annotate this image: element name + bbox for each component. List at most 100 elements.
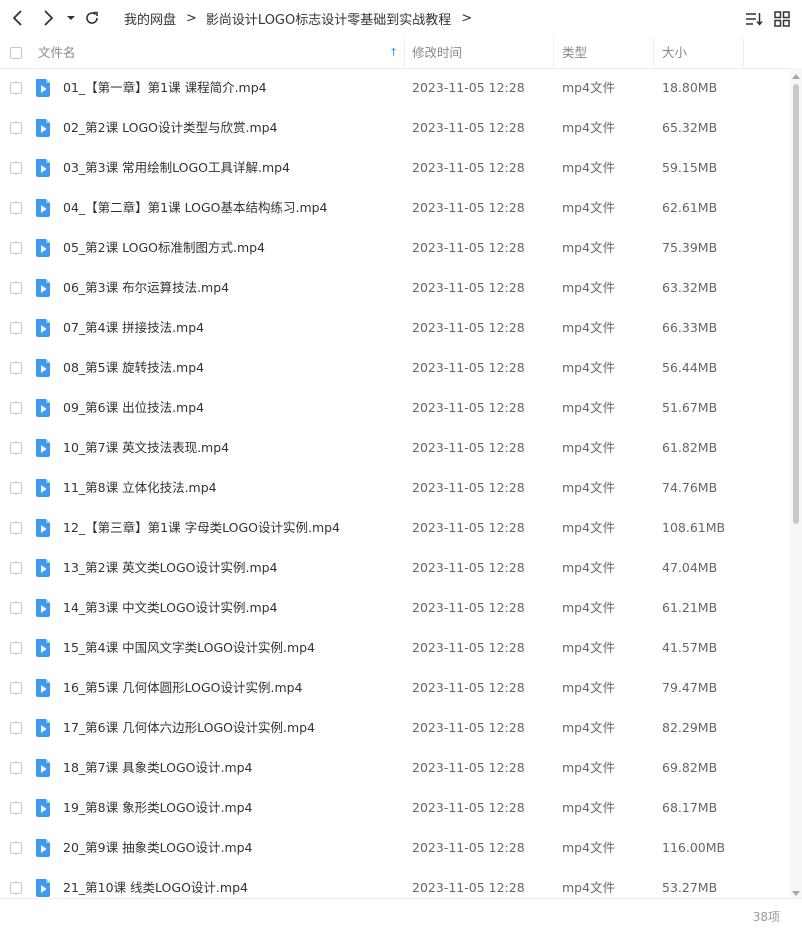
file-modified-time: 2023-11-05 12:28 (412, 600, 525, 615)
row-checkbox[interactable] (10, 362, 22, 374)
video-file-icon (36, 679, 50, 697)
file-name: 17_第6课 几何体六边形LOGO设计实例.mp4 (63, 720, 316, 735)
file-size: 62.61MB (662, 200, 718, 215)
video-file-icon (36, 159, 50, 177)
sort-icon[interactable] (742, 7, 766, 31)
video-file-icon (36, 519, 50, 537)
column-header-time[interactable]: 修改时间 (412, 38, 462, 68)
file-type: mp4文件 (562, 320, 616, 335)
row-checkbox[interactable] (10, 322, 22, 334)
video-file-icon (36, 119, 50, 137)
file-row[interactable]: 06_第3课 布尔运算技法.mp4 2023-11-05 12:28 mp4文件… (0, 268, 790, 308)
file-type: mp4文件 (562, 600, 616, 615)
file-type: mp4文件 (562, 800, 616, 815)
row-checkbox[interactable] (10, 482, 22, 494)
file-name: 02_第2课 LOGO设计类型与欣赏.mp4 (63, 120, 278, 135)
file-size: 66.33MB (662, 320, 718, 335)
row-checkbox[interactable] (10, 722, 22, 734)
file-row[interactable]: 04_【第二章】第1课 LOGO基本结构练习.mp4 2023-11-05 12… (0, 188, 790, 228)
row-checkbox[interactable] (10, 202, 22, 214)
file-type: mp4文件 (562, 480, 616, 495)
scroll-up-arrow-icon[interactable] (790, 68, 802, 80)
row-checkbox[interactable] (10, 242, 22, 254)
file-size: 79.47MB (662, 680, 718, 695)
file-name: 15_第4课 中国风文字类LOGO设计实例.mp4 (63, 640, 316, 655)
file-row[interactable]: 03_第3课 常用绘制LOGO工具详解.mp4 2023-11-05 12:28… (0, 148, 790, 188)
file-type: mp4文件 (562, 280, 616, 295)
column-divider[interactable] (653, 38, 654, 68)
scroll-down-arrow-icon[interactable] (790, 884, 802, 896)
column-header-type[interactable]: 类型 (562, 38, 587, 68)
file-row[interactable]: 19_第8课 象形类LOGO设计.mp4 2023-11-05 12:28 mp… (0, 788, 790, 828)
file-row[interactable]: 10_第7课 英文技法表现.mp4 2023-11-05 12:28 mp4文件… (0, 428, 790, 468)
file-row[interactable]: 14_第3课 中文类LOGO设计实例.mp4 2023-11-05 12:28 … (0, 588, 790, 628)
row-checkbox[interactable] (10, 82, 22, 94)
file-row[interactable]: 05_第2课 LOGO标准制图方式.mp4 2023-11-05 12:28 m… (0, 228, 790, 268)
video-file-icon (36, 599, 50, 617)
file-modified-time: 2023-11-05 12:28 (412, 440, 525, 455)
file-row[interactable]: 20_第9课 抽象类LOGO设计.mp4 2023-11-05 12:28 mp… (0, 828, 790, 868)
row-checkbox[interactable] (10, 762, 22, 774)
row-checkbox[interactable] (10, 562, 22, 574)
scrollbar-thumb[interactable] (793, 84, 799, 524)
row-checkbox[interactable] (10, 282, 22, 294)
row-checkbox[interactable] (10, 162, 22, 174)
column-header-size[interactable]: 大小 (662, 38, 687, 68)
file-row[interactable]: 15_第4课 中国风文字类LOGO设计实例.mp4 2023-11-05 12:… (0, 628, 790, 668)
file-modified-time: 2023-11-05 12:28 (412, 680, 525, 695)
file-modified-time: 2023-11-05 12:28 (412, 720, 525, 735)
column-divider[interactable] (743, 38, 744, 68)
grid-view-icon[interactable] (770, 7, 794, 31)
file-size: 75.39MB (662, 240, 718, 255)
select-all-checkbox[interactable] (10, 47, 22, 59)
file-row[interactable]: 18_第7课 具象类LOGO设计.mp4 2023-11-05 12:28 mp… (0, 748, 790, 788)
file-type: mp4文件 (562, 240, 616, 255)
breadcrumb-item-root[interactable]: 我的网盘 (124, 9, 176, 28)
row-checkbox[interactable] (10, 522, 22, 534)
file-row[interactable]: 08_第5课 旋转技法.mp4 2023-11-05 12:28 mp4文件 5… (0, 348, 790, 388)
row-checkbox[interactable] (10, 442, 22, 454)
file-row[interactable]: 07_第4课 拼接技法.mp4 2023-11-05 12:28 mp4文件 6… (0, 308, 790, 348)
row-checkbox[interactable] (10, 682, 22, 694)
row-checkbox[interactable] (10, 882, 22, 894)
column-divider[interactable] (553, 38, 554, 68)
breadcrumb-separator[interactable]: > (461, 11, 472, 26)
back-icon[interactable] (6, 6, 30, 30)
file-row[interactable]: 13_第2课 英文类LOGO设计实例.mp4 2023-11-05 12:28 … (0, 548, 790, 588)
row-checkbox[interactable] (10, 802, 22, 814)
file-modified-time: 2023-11-05 12:28 (412, 800, 525, 815)
file-size: 69.82MB (662, 760, 718, 775)
forward-icon[interactable] (36, 6, 60, 30)
file-name: 09_第6课 出位技法.mp4 (63, 400, 205, 415)
row-checkbox[interactable] (10, 602, 22, 614)
file-row[interactable]: 16_第5课 几何体圆形LOGO设计实例.mp4 2023-11-05 12:2… (0, 668, 790, 708)
refresh-icon[interactable] (80, 6, 104, 30)
chevron-down-icon[interactable] (62, 6, 80, 30)
column-header-name[interactable]: 文件名 (38, 38, 76, 68)
file-size: 61.82MB (662, 440, 718, 455)
row-checkbox[interactable] (10, 642, 22, 654)
row-checkbox[interactable] (10, 402, 22, 414)
row-checkbox[interactable] (10, 842, 22, 854)
column-divider[interactable] (404, 38, 405, 68)
file-modified-time: 2023-11-05 12:28 (412, 560, 525, 575)
row-checkbox[interactable] (10, 122, 22, 134)
file-modified-time: 2023-11-05 12:28 (412, 360, 525, 375)
file-size: 63.32MB (662, 280, 718, 295)
video-file-icon (36, 759, 50, 777)
file-row[interactable]: 11_第8课 立体化技法.mp4 2023-11-05 12:28 mp4文件 … (0, 468, 790, 508)
file-row[interactable]: 02_第2课 LOGO设计类型与欣赏.mp4 2023-11-05 12:28 … (0, 108, 790, 148)
breadcrumb-item-current[interactable]: 影尚设计LOGO标志设计零基础到实战教程 (206, 9, 451, 28)
file-name: 11_第8课 立体化技法.mp4 (63, 480, 217, 495)
file-row[interactable]: 17_第6课 几何体六边形LOGO设计实例.mp4 2023-11-05 12:… (0, 708, 790, 748)
file-name: 04_【第二章】第1课 LOGO基本结构练习.mp4 (63, 200, 328, 215)
file-name: 08_第5课 旋转技法.mp4 (63, 360, 205, 375)
file-size: 65.32MB (662, 120, 718, 135)
file-row[interactable]: 09_第6课 出位技法.mp4 2023-11-05 12:28 mp4文件 5… (0, 388, 790, 428)
sort-ascending-icon[interactable]: ↑ (389, 38, 398, 68)
video-file-icon (36, 359, 50, 377)
file-row[interactable]: 12_【第三章】第1课 字母类LOGO设计实例.mp4 2023-11-05 1… (0, 508, 790, 548)
file-row[interactable]: 01_【第一章】第1课 课程简介.mp4 2023-11-05 12:28 mp… (0, 68, 790, 108)
video-file-icon (36, 479, 50, 497)
file-modified-time: 2023-11-05 12:28 (412, 280, 525, 295)
